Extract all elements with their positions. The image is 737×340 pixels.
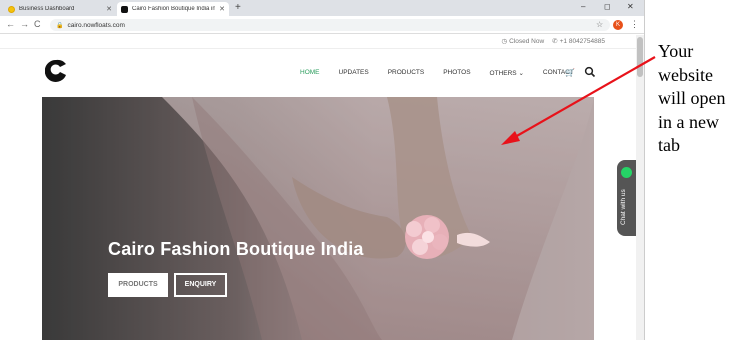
tab-business-dashboard[interactable]: Business Dashboard ✕ xyxy=(4,2,116,16)
tab-strip: Business Dashboard ✕ Cairo Fashion Bouti… xyxy=(0,0,644,16)
hero-image xyxy=(42,97,594,340)
tab-cairo-fashion[interactable]: Cairo Fashion Boutique India in S ✕ xyxy=(117,2,229,16)
screenshot-root: Business Dashboard ✕ Cairo Fashion Bouti… xyxy=(0,0,737,340)
minimize-button[interactable]: – xyxy=(581,2,585,12)
annotation-line: in a new xyxy=(658,111,719,132)
close-window-button[interactable]: ✕ xyxy=(627,2,634,12)
products-button[interactable]: PRODUCTS xyxy=(108,273,168,297)
tab-close-icon[interactable]: ✕ xyxy=(106,5,112,13)
maximize-button[interactable]: ◻ xyxy=(604,2,611,12)
favicon-icon xyxy=(8,5,15,13)
nav-updates[interactable]: UPDATES xyxy=(339,69,369,77)
annotation-line: Your xyxy=(658,41,694,61)
tab-close-icon[interactable]: ✕ xyxy=(219,5,225,13)
star-icon[interactable]: ☆ xyxy=(596,20,603,29)
favicon-icon xyxy=(121,5,128,13)
main-nav: HOME UPDATES PRODUCTS PHOTOS OTHERS ⌄ CO… xyxy=(300,69,593,77)
annotation-line: tab xyxy=(658,135,680,155)
url-text: cairo.nowfloats.com xyxy=(67,21,125,29)
chat-label: Chat with us xyxy=(620,189,627,225)
phone-icon: ✆ xyxy=(552,38,558,45)
logo-icon[interactable] xyxy=(45,59,67,83)
profile-avatar[interactable]: K xyxy=(613,20,623,30)
back-button[interactable]: ← xyxy=(6,19,15,30)
status-text: Closed Now xyxy=(509,37,545,45)
forward-button[interactable]: → xyxy=(20,19,29,30)
new-tab-button[interactable]: + xyxy=(235,2,241,14)
cart-icon[interactable]: 🛒 xyxy=(565,68,575,77)
annotation-line: website xyxy=(658,64,713,85)
chat-widget[interactable]: Chat with us xyxy=(617,160,636,236)
nav-products[interactable]: PRODUCTS xyxy=(388,69,424,77)
tab-title: Cairo Fashion Boutique India in S xyxy=(132,6,216,12)
nav-photos[interactable]: PHOTOS xyxy=(443,69,470,77)
status-item: ◷ Closed Now xyxy=(501,37,545,46)
clock-icon: ◷ xyxy=(501,38,508,45)
browser-window: Business Dashboard ✕ Cairo Fashion Bouti… xyxy=(0,0,645,340)
url-field[interactable]: 🔒 cairo.nowfloats.com xyxy=(50,19,610,31)
reload-button[interactable]: C xyxy=(34,19,41,30)
address-bar-row: ← → C 🔒 cairo.nowfloats.com ☆ K ⋮ xyxy=(0,16,644,34)
site-header: HOME UPDATES PRODUCTS PHOTOS OTHERS ⌄ CO… xyxy=(0,48,636,96)
hero-title: Cairo Fashion Boutique India xyxy=(108,239,364,259)
tab-title: Business Dashboard xyxy=(19,6,75,12)
phone-text: +1 8042754885 xyxy=(559,37,605,45)
search-icon[interactable] xyxy=(584,66,596,78)
scrollbar-track[interactable] xyxy=(636,35,644,340)
website: ◷ Closed Now ✆ +1 8042754885 HOME UPDATE… xyxy=(0,35,644,340)
nav-others[interactable]: OTHERS ⌄ xyxy=(490,69,524,77)
nav-home[interactable]: HOME xyxy=(300,69,320,77)
whatsapp-icon xyxy=(621,167,632,178)
phone-item[interactable]: ✆ +1 8042754885 xyxy=(552,37,605,46)
top-info-bar: ◷ Closed Now ✆ +1 8042754885 xyxy=(501,37,605,46)
menu-icon[interactable]: ⋮ xyxy=(630,19,639,30)
hero-banner: Cairo Fashion Boutique India PRODUCTS EN… xyxy=(42,97,594,340)
scrollbar-thumb[interactable] xyxy=(637,37,643,77)
annotation-line: will open xyxy=(658,88,726,108)
annotation-callout: Your website will open in a new tab xyxy=(658,40,737,158)
flower-corsage xyxy=(405,215,449,259)
enquiry-button[interactable]: ENQUIRY xyxy=(174,273,227,297)
lock-icon: 🔒 xyxy=(56,22,64,29)
